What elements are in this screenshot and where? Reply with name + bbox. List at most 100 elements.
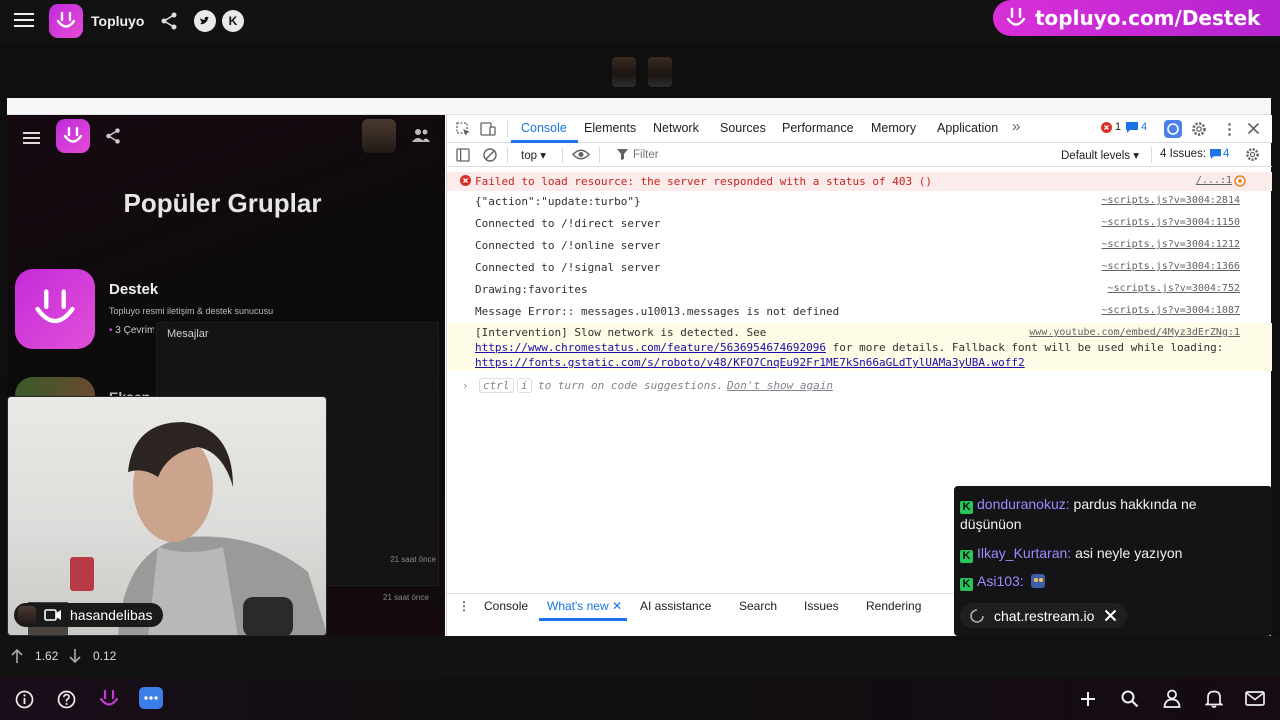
upload-value: 1.62 [35,649,59,663]
share-icon[interactable] [159,11,179,31]
clear-console-icon[interactable] [483,148,497,162]
group-avatar-eksen[interactable] [15,377,95,397]
tab-network[interactable]: Network [653,121,699,135]
tab-elements[interactable]: Elements [584,121,636,135]
help-icon[interactable] [57,690,76,709]
chat-message: Kdonduranokuz: pardus hakkında ne düşünü… [960,494,1260,534]
console-error-row[interactable]: Failed to load resource: the server resp… [447,172,1272,191]
font-link[interactable]: https://fonts.gstatic.com/s/roboto/v48/K… [475,356,1025,369]
search-icon[interactable] [1121,690,1139,708]
network-stats: 1.62 0.12 [0,638,1280,672]
log-source-link[interactable]: ~scripts.js?v=3004:752 [1108,283,1240,294]
menu-icon[interactable] [14,12,34,28]
group-name[interactable]: Destek [109,281,158,298]
info-icon[interactable] [15,690,34,709]
site-menu-icon[interactable] [23,131,40,145]
log-source-link[interactable]: /...:1 [1196,175,1232,186]
kick-icon[interactable]: K [222,10,244,32]
tab-console[interactable]: Console [521,121,567,135]
user-avatar[interactable] [362,119,396,153]
restream-chat-badge[interactable]: chat.restream.io [960,603,1128,628]
log-message: {"action":"update:turbo"} [475,195,641,208]
sidebar-toggle-icon[interactable] [456,148,470,162]
site-logo[interactable] [56,119,90,153]
extension-icon[interactable] [1164,120,1182,138]
log-source-link[interactable]: ~scripts.js?v=3004:1366 [1102,261,1240,272]
inspect-element-icon[interactable] [456,122,471,137]
drawer-menu-icon[interactable]: ⋮ [458,599,470,613]
mail-icon[interactable] [1245,691,1265,706]
drawer-tab-issues[interactable]: Issues [804,599,839,613]
log-message: Message Error:: messages.u10013.messages… [475,305,840,318]
streamer-name-tag: hasandelibas [14,603,163,627]
tab-sources[interactable]: Sources [720,121,766,135]
settings-icon[interactable] [1191,121,1207,137]
group-online-count: • 3 Çevrimiçi [109,325,154,336]
group-description: Topluyo resmi iletişim & destek sunucusu [109,306,274,316]
log-source-link[interactable]: ~scripts.js?v=3004:2814 [1102,195,1240,206]
log-levels-dropdown[interactable]: Default levels ▾ [1061,148,1139,162]
more-tabs-icon[interactable]: » [1012,118,1020,135]
log-source-link[interactable]: ~scripts.js?v=3004:1087 [1102,305,1240,316]
close-icon[interactable] [1104,609,1117,622]
add-icon[interactable] [1080,691,1096,707]
tab-application[interactable]: Application [937,121,998,135]
webcam-feed [7,396,327,636]
log-source-link[interactable]: ~scripts.js?v=3004:1150 [1102,217,1240,228]
viewer-avatar [648,57,672,87]
log-message: https://fonts.gstatic.com/s/roboto/v48/K… [475,355,1025,370]
bottom-nav-bar [0,678,1280,720]
drawer-tab-close-icon[interactable]: ✕ [612,599,622,613]
viewer-avatar [612,57,636,87]
issues-counter[interactable]: 4 Issues: 4 [1160,148,1229,160]
notification-bell-icon[interactable] [1205,689,1223,708]
members-icon[interactable] [411,127,431,143]
promo-banner[interactable]: topluyo.com/Destek [993,0,1280,36]
more-options-icon[interactable]: ⋮ [1222,120,1237,138]
key-ctrl: ctrl [479,378,514,393]
promo-text: topluyo.com/Destek [1035,6,1261,30]
site-share-icon[interactable] [104,127,122,145]
bookmarks-bar [7,98,1271,115]
drawer-tab-console[interactable]: Console [484,599,528,613]
issue-icon [1210,149,1221,159]
tab-memory[interactable]: Memory [871,121,916,135]
streamer-name: hasandelibas [70,607,153,623]
timestamp: 21 saat önce [390,555,436,564]
group-name[interactable]: Eksen [109,389,150,396]
ai-insight-icon[interactable] [1234,175,1246,187]
error-counter[interactable]: 1 [1101,121,1121,133]
console-warning-row[interactable]: [Intervention] Slow network is detected.… [447,323,1272,371]
console-settings-icon[interactable] [1245,147,1260,162]
device-toolbar-icon[interactable] [480,122,496,137]
log-message: Connected to /!online server [475,239,661,252]
filter-input[interactable] [633,146,1033,163]
context-selector[interactable]: top ▾ [521,148,546,162]
drawer-tab-search[interactable]: Search [739,599,777,613]
group-avatar-destek[interactable] [15,269,95,349]
drawer-tab-whats-new[interactable]: What's new [547,599,609,613]
chat-source: chat.restream.io [994,607,1095,624]
profile-icon[interactable] [1163,689,1181,708]
close-icon[interactable] [1247,122,1260,135]
drawer-tab-ai-assistance[interactable]: AI assistance [640,599,711,613]
twitter-icon[interactable] [194,10,216,32]
log-source-link[interactable]: ~scripts.js?v=3004:1212 [1102,239,1240,250]
log-message: Drawing:favorites [475,283,588,296]
filter-icon [617,149,628,160]
chat-username: Asi103: [977,573,1024,589]
log-source-link[interactable]: www.youtube.com/embed/4Myz3dErZNg:1 [1029,325,1240,340]
chromestatus-link[interactable]: https://www.chromestatus.com/feature/563… [475,341,826,354]
timestamp: 21 saat önce [383,593,429,602]
dont-show-again-link[interactable]: Don't show again [727,379,833,392]
drawer-tab-rendering[interactable]: Rendering [866,599,921,613]
chat-bubble-icon[interactable] [139,687,163,709]
message-counter[interactable]: 4 [1126,121,1147,133]
log-message: Connected to /!signal server [475,261,661,274]
topluyo-logo[interactable] [49,4,83,38]
topluyo-home-icon[interactable] [98,688,120,710]
eye-icon[interactable] [572,148,590,161]
error-icon [460,175,471,186]
page-title: Popüler Gruplar [123,188,322,218]
tab-performance[interactable]: Performance [782,121,854,135]
